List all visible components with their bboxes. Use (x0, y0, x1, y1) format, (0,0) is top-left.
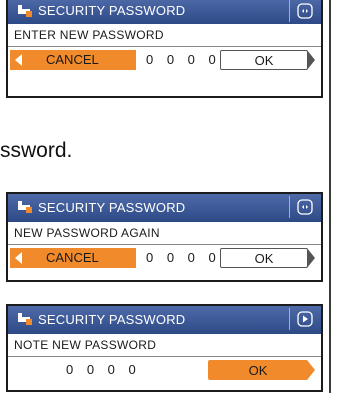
dialog-title-bar: SECURITY PASSWORD (8, 306, 321, 334)
dialog-title-bar: SECURITY PASSWORD (8, 194, 321, 222)
password-value: 0 0 0 0 (66, 362, 141, 377)
ok-arrow-icon (307, 360, 315, 380)
sync-icon (297, 3, 313, 19)
password-prompt: NOTE NEW PASSWORD (8, 334, 321, 357)
cancel-label: CANCEL (46, 250, 99, 265)
ok-label: OK (248, 363, 268, 378)
password-input[interactable]: 0 0 0 0 (146, 248, 221, 268)
ok-arrow-icon (307, 248, 315, 268)
cancel-button[interactable]: CANCEL (10, 50, 136, 70)
key-icon (18, 5, 32, 17)
security-password-dialog-enter: SECURITY PASSWORD ENTER NEW PASSWORD CAN… (6, 0, 323, 98)
page-divider-line (329, 0, 331, 393)
instruction-text: ssword. (0, 139, 73, 162)
ok-arrow-icon (307, 50, 315, 70)
dialog-title: SECURITY PASSWORD (38, 3, 186, 18)
left-arrow-icon (15, 54, 22, 66)
ok-label: OK (254, 251, 274, 266)
cancel-label: CANCEL (46, 52, 99, 67)
password-controls-row: CANCEL 0 0 0 0 OK (8, 245, 321, 273)
key-icon (18, 313, 32, 325)
ok-label: OK (254, 53, 274, 68)
key-icon (18, 201, 32, 213)
password-prompt: ENTER NEW PASSWORD (8, 24, 321, 47)
play-button[interactable] (289, 308, 319, 330)
left-arrow-icon (15, 252, 22, 264)
password-prompt: NEW PASSWORD AGAIN (8, 222, 321, 245)
security-password-dialog-again: SECURITY PASSWORD NEW PASSWORD AGAIN CAN… (6, 192, 323, 282)
dialog-title-bar: SECURITY PASSWORD (8, 0, 321, 24)
sync-icon (297, 199, 313, 215)
dialog-title: SECURITY PASSWORD (38, 312, 186, 327)
sync-button[interactable] (289, 196, 319, 218)
security-password-dialog-note: SECURITY PASSWORD NOTE NEW PASSWORD 0 0 … (6, 304, 323, 392)
sync-button[interactable] (289, 0, 319, 22)
dialog-title: SECURITY PASSWORD (38, 200, 186, 215)
ok-button[interactable]: OK (220, 50, 315, 70)
play-icon (297, 311, 313, 327)
password-controls-row: 0 0 0 0 OK (8, 357, 321, 385)
cancel-button[interactable]: CANCEL (10, 248, 136, 268)
ok-button[interactable]: OK (208, 360, 315, 380)
password-input[interactable]: 0 0 0 0 (146, 50, 221, 70)
password-controls-row: CANCEL 0 0 0 0 OK (8, 47, 321, 75)
ok-button[interactable]: OK (220, 248, 315, 268)
